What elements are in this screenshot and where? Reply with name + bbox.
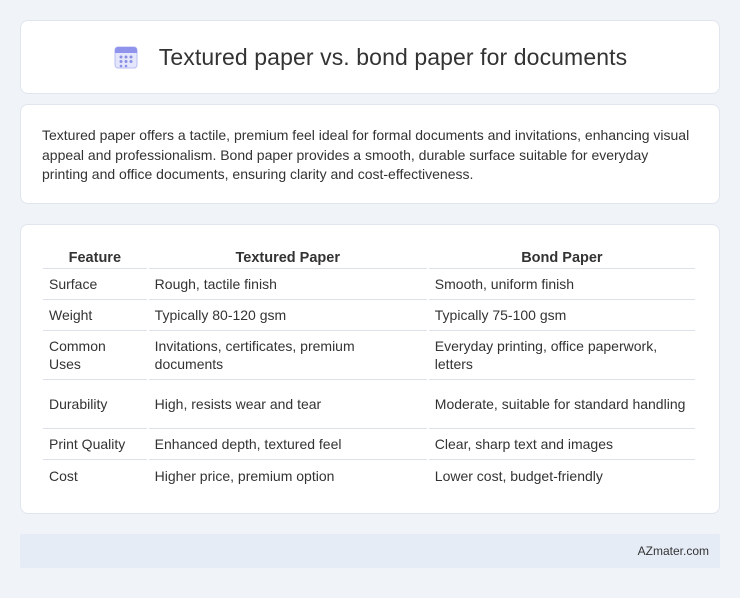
table-row: Common Uses Invitations, certificates, p… bbox=[43, 331, 695, 380]
footer-brand[interactable]: AZmater.com bbox=[638, 544, 709, 558]
bond-paper-cell: Smooth, uniform finish bbox=[428, 269, 695, 300]
row-feature-cell: Durability bbox=[43, 380, 147, 429]
bond-paper-cell: Typically 75-100 gsm bbox=[428, 300, 695, 331]
bond-paper-cell: Lower cost, budget-friendly bbox=[434, 467, 603, 484]
row-feature-cell: Surface bbox=[43, 269, 147, 300]
row-feature-cell: Cost bbox=[49, 467, 78, 484]
calendar-icon bbox=[113, 44, 139, 70]
textured-paper-cell: Enhanced depth, textured feel bbox=[148, 429, 427, 460]
table-row: Durability High, resists wear and tear M… bbox=[43, 380, 695, 429]
row-feature-cell: Common Uses bbox=[43, 331, 147, 380]
textured-paper-cell: Higher price, premium option bbox=[154, 467, 335, 484]
title-group: Textured paper vs. bond paper for docume… bbox=[113, 44, 627, 71]
textured-paper-cell: Invitations, certificates, premium docum… bbox=[148, 331, 427, 380]
title-card: Textured paper vs. bond paper for docume… bbox=[20, 20, 720, 94]
bond-paper-cell: Moderate, suitable for standard handling bbox=[428, 380, 695, 429]
textured-paper-cell: Typically 80-120 gsm bbox=[148, 300, 427, 331]
table-header-row: Feature Textured Paper Bond Paper bbox=[43, 247, 695, 269]
textured-paper-cell: High, resists wear and tear bbox=[148, 380, 427, 429]
summary-card: Textured paper offers a tactile, premium… bbox=[20, 104, 720, 204]
row-feature-cell: Weight bbox=[43, 300, 147, 331]
table-row: Cost Higher price, premium option Lower … bbox=[43, 460, 695, 491]
table-row: Print Quality Enhanced depth, textured f… bbox=[43, 429, 695, 460]
column-header-bond-paper: Bond Paper bbox=[428, 247, 695, 269]
table-row: Weight Typically 80-120 gsm Typically 75… bbox=[43, 300, 695, 331]
column-header-textured-paper: Textured Paper bbox=[148, 247, 427, 269]
bond-paper-cell: Clear, sharp text and images bbox=[428, 429, 695, 460]
summary-text: Textured paper offers a tactile, premium… bbox=[42, 127, 690, 182]
comparison-table-card: Feature Textured Paper Bond Paper Surfac… bbox=[20, 224, 720, 514]
textured-paper-cell: Rough, tactile finish bbox=[148, 269, 427, 300]
table-row: Surface Rough, tactile finish Smooth, un… bbox=[43, 269, 695, 300]
page-title: Textured paper vs. bond paper for docume… bbox=[158, 43, 628, 70]
comparison-table: Feature Textured Paper Bond Paper Surfac… bbox=[41, 247, 697, 491]
row-feature-cell: Print Quality bbox=[43, 429, 147, 460]
bond-paper-cell: Everyday printing, office paperwork, let… bbox=[428, 331, 695, 380]
footer-bar: AZmater.com bbox=[20, 534, 720, 568]
column-header-feature: Feature bbox=[43, 247, 147, 269]
